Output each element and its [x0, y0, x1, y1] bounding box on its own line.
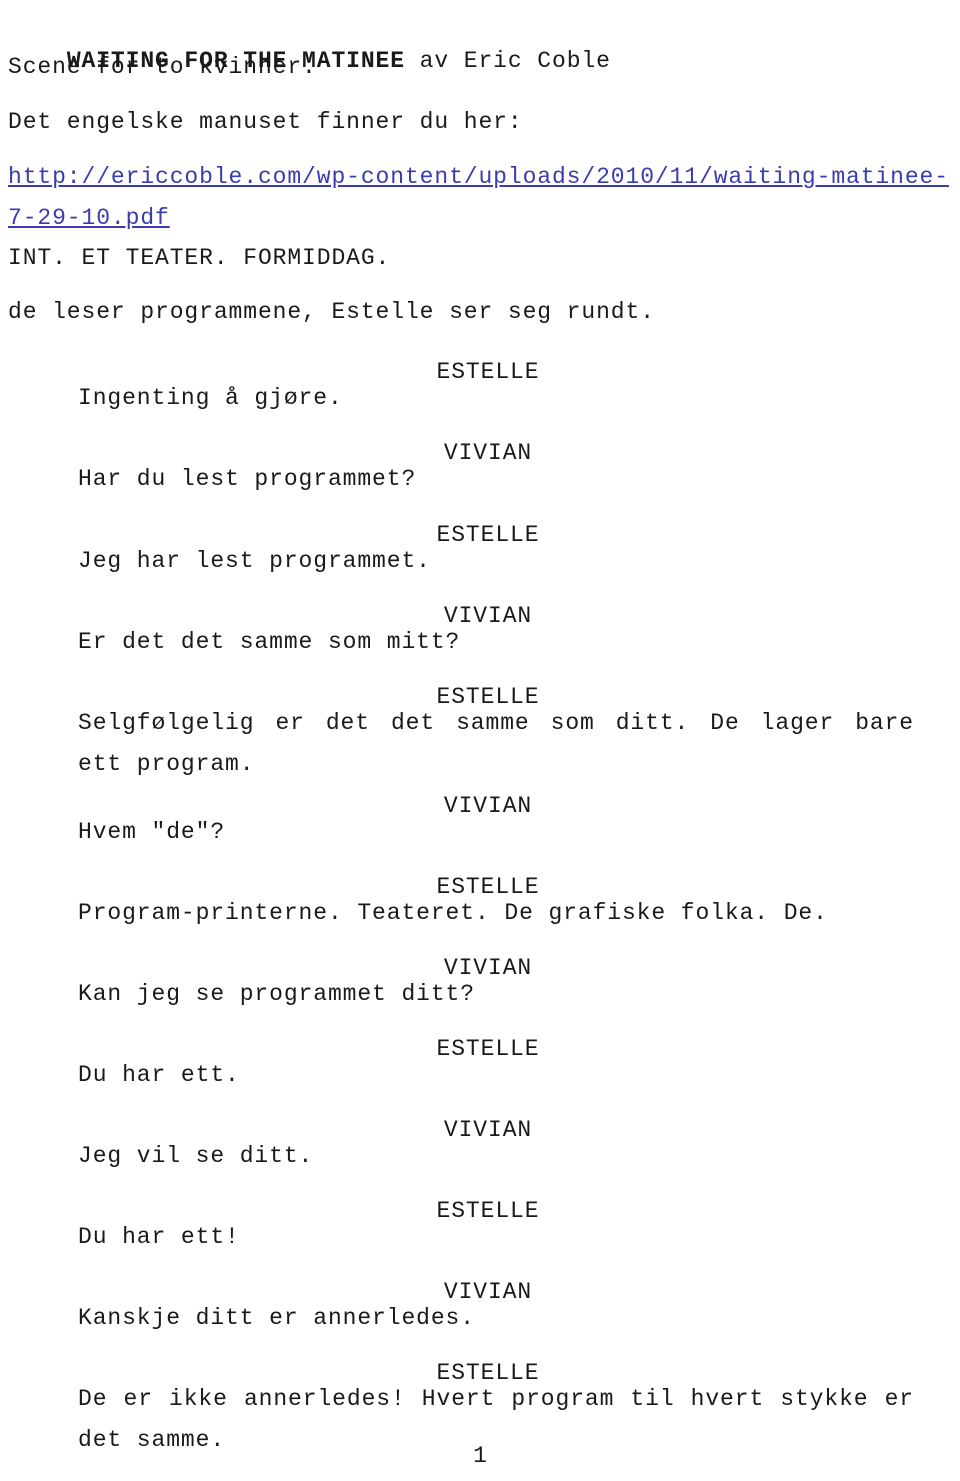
- page-number: 1: [473, 1443, 487, 1469]
- dialogue-line: Selgfølgelig er det det samme som ditt. …: [78, 710, 914, 777]
- scene-heading: INT. ET TEATER. FORMIDDAG.: [8, 245, 391, 271]
- dialogue-line: Har du lest programmet?: [78, 466, 417, 492]
- stage-direction: de leser programmene, Estelle ser seg ru…: [8, 299, 655, 325]
- dialogue-line: Jeg har lest programmet.: [78, 548, 431, 574]
- dialogue-line: Ingenting å gjøre.: [78, 385, 343, 411]
- source-url-link[interactable]: http://ericcoble.com/wp-content/uploads/…: [8, 157, 952, 238]
- dialogue-line: Jeg vil se ditt.: [78, 1143, 314, 1169]
- dialogue-line: Du har ett!: [78, 1224, 240, 1250]
- source-intro-text: Det engelske manuset finner du her:: [8, 109, 523, 135]
- dialogue-line: Kanskje ditt er annerledes.: [78, 1305, 475, 1331]
- screenplay-page: WAITING FOR THE MATINEE av Eric Coble Sc…: [0, 0, 960, 1481]
- dialogue-line: Du har ett.: [78, 1062, 240, 1088]
- dialogue-line: Program-printerne. Teateret. De grafiske…: [78, 900, 828, 926]
- dialogue-line: Er det det samme som mitt?: [78, 629, 461, 655]
- subtitle: Scene for to kvinner.: [8, 54, 317, 80]
- dialogue-line: Kan jeg se programmet ditt?: [78, 981, 475, 1007]
- dialogue-line: Hvem "de"?: [78, 819, 226, 845]
- play-author: av Eric Coble: [404, 47, 611, 74]
